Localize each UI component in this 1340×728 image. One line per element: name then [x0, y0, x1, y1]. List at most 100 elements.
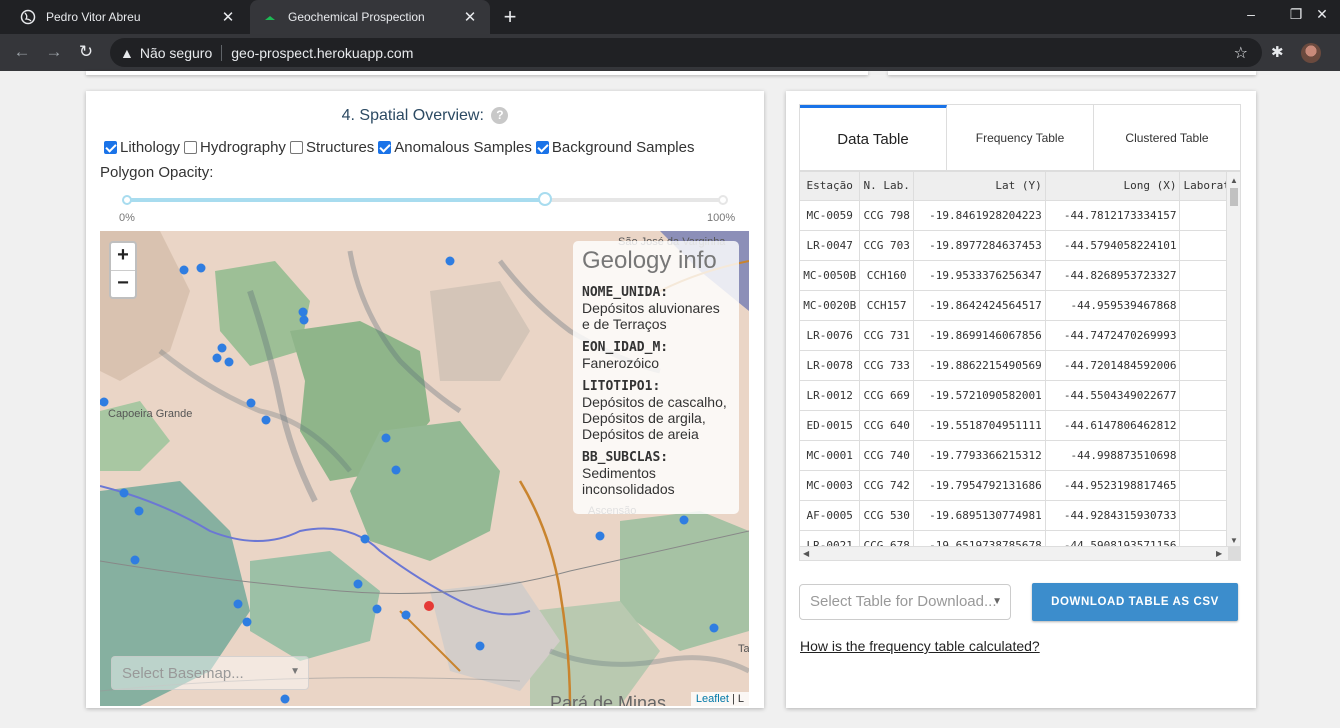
scroll-down-icon[interactable]: ▼ — [1230, 536, 1238, 545]
slider-min-label: 0% — [119, 212, 135, 224]
column-header[interactable]: Estação — [800, 172, 861, 201]
security-label: Não seguro — [139, 44, 213, 61]
table-cell: -44.7472470269993 — [1045, 320, 1181, 351]
table-cell: CCG 731 — [859, 320, 914, 351]
layer-hydrography[interactable]: Hydrography — [184, 139, 286, 156]
browser-tab-active[interactable]: Geochemical Prospection ✕ — [250, 0, 490, 34]
forward-icon[interactable]: → — [43, 42, 65, 62]
table-cell: AF-0005 — [800, 500, 861, 531]
table-row[interactable]: MC-0020B CCH157 -19.8642424564517 -44.95953… — [800, 290, 1240, 321]
geology-info-panel: Geology info NOME_UNIDA: Depósitos aluvi… — [573, 241, 739, 514]
zoom-out-button[interactable]: − — [111, 270, 135, 297]
table-cell: -19.8862215490569 — [913, 350, 1046, 381]
table-cell: CCG 530 — [859, 500, 914, 531]
table-row[interactable]: MC-0001 CCG 740 -19.7793366215312 -44.99887… — [800, 440, 1240, 471]
layer-structures[interactable]: Structures — [289, 139, 374, 156]
map[interactable]: São José da Varginha Capoeira Grande Asc… — [100, 231, 749, 706]
tab-title: Pedro Vitor Abreu — [46, 10, 141, 24]
opacity-slider[interactable] — [122, 192, 728, 206]
table-cell: -44.5504349022677 — [1045, 380, 1181, 411]
table-cell: -19.7954792131686 — [913, 470, 1046, 501]
table-cell: LR-0078 — [800, 350, 861, 381]
table-cell: -44.9284315930733 — [1045, 500, 1181, 531]
chevron-down-icon: ▼ — [290, 666, 300, 677]
table-row[interactable]: MC-0059 CCG 798 -19.8461928204223 -44.78121… — [800, 200, 1240, 231]
table-row[interactable]: MC-0003 CCG 742 -19.7954792131686 -44.95231… — [800, 470, 1240, 501]
close-tab-icon[interactable]: ✕ — [220, 8, 236, 26]
data-table[interactable]: Estação N. Lab. Lat (Y) Long (X) Laborat… — [799, 171, 1241, 561]
table-cell: CCG 640 — [859, 410, 914, 441]
layer-checkboxes: Lithology Hydrography Structures Anomalo… — [104, 139, 698, 156]
address-bar[interactable]: ▲ Não seguro geo-prospect.herokuapp.com … — [110, 38, 1262, 67]
download-csv-button[interactable]: DOWNLOAD TABLE AS CSV — [1032, 583, 1238, 621]
close-tab-icon[interactable]: ✕ — [462, 8, 478, 26]
reload-icon[interactable]: ↻ — [75, 42, 97, 62]
layer-anomalous-samples[interactable]: Anomalous Samples — [378, 139, 532, 156]
column-header[interactable]: Lat (Y) — [913, 172, 1046, 201]
checkbox-icon[interactable] — [378, 141, 392, 154]
warning-icon: ▲ — [120, 44, 134, 61]
horizontal-scrollbar[interactable]: ◀ ▶ — [800, 546, 1240, 560]
column-header[interactable]: Long (X) — [1045, 172, 1181, 201]
layer-lithology[interactable]: Lithology — [104, 139, 180, 156]
table-row[interactable]: LR-0076 CCG 731 -19.8699146067856 -44.74724… — [800, 320, 1240, 351]
checkbox-icon[interactable] — [184, 141, 198, 154]
back-icon[interactable]: ← — [11, 42, 33, 62]
zoom-in-button[interactable]: + — [111, 243, 135, 270]
table-cell: -44.5794058224101 — [1045, 230, 1181, 261]
browser-titlebar: Pedro Vitor Abreu ✕ Geochemical Prospect… — [0, 0, 1340, 34]
checkbox-icon[interactable] — [104, 141, 117, 154]
close-window-icon[interactable]: ✕ — [1312, 6, 1332, 23]
table-cell: LR-0076 — [800, 320, 861, 351]
slider-min-dot — [122, 195, 132, 205]
bookmark-star-icon[interactable]: ☆ — [1234, 43, 1248, 63]
browser-tab[interactable]: Pedro Vitor Abreu ✕ — [8, 0, 248, 34]
table-row[interactable]: LR-0047 CCG 703 -19.8977284637453 -44.57940… — [800, 230, 1240, 261]
checkbox-icon[interactable] — [289, 141, 303, 154]
table-cell: -44.9523198817465 — [1045, 470, 1181, 501]
info-value: Depósitos aluvionares e de Terraços — [582, 300, 720, 332]
extensions-icon[interactable]: ✱ — [1271, 43, 1284, 61]
tab-frequency-table[interactable]: Frequency Table — [947, 105, 1094, 170]
table-cell: -19.6895130774981 — [913, 500, 1046, 531]
slider-handle[interactable] — [537, 192, 552, 206]
place-label: Capoeira Grande — [108, 408, 193, 420]
scroll-up-icon[interactable]: ▲ — [1230, 176, 1238, 185]
leaflet-link[interactable]: Leaflet — [696, 693, 729, 705]
info-value: Fanerozóico — [582, 355, 660, 371]
table-row[interactable]: ED-0015 CCG 640 -19.5518704951111 -44.61478… — [800, 410, 1240, 441]
minimize-icon[interactable]: – — [1241, 6, 1261, 22]
table-cell: CCG 742 — [859, 470, 914, 501]
restore-icon[interactable]: ❐ — [1286, 6, 1306, 23]
table-cell: -19.9533376256347 — [913, 260, 1046, 291]
column-header[interactable]: N. Lab. — [859, 172, 914, 201]
tab-clustered-table[interactable]: Clustered Table — [1094, 105, 1240, 170]
help-icon[interactable]: ? — [491, 107, 509, 124]
info-value: Sedimentos inconsolidados — [582, 465, 675, 497]
new-tab-icon[interactable]: + — [498, 5, 522, 29]
scroll-left-icon[interactable]: ◀ — [803, 549, 809, 558]
url-text: geo-prospect.herokuapp.com — [231, 44, 414, 61]
tab-data-table[interactable]: Data Table — [800, 105, 947, 170]
table-cell: LR-0047 — [800, 230, 861, 261]
checkbox-icon[interactable] — [535, 141, 549, 154]
info-value: Depósitos de cascalho, Depósitos de argi… — [582, 394, 727, 442]
place-label: Ta — [738, 643, 749, 655]
browser-toolbar: ← → ↻ ▲ Não seguro geo-prospect.herokuap… — [0, 34, 1340, 71]
profile-avatar[interactable] — [1301, 43, 1321, 63]
basemap-select[interactable]: Select Basemap... ▼ — [111, 656, 309, 690]
table-row[interactable]: LR-0078 CCG 733 -19.8862215490569 -44.72014… — [800, 350, 1240, 381]
download-table-select[interactable]: Select Table for Download... ▼ — [799, 584, 1011, 620]
vertical-scrollbar[interactable]: ▲ ▼ — [1226, 172, 1240, 548]
layer-background-samples[interactable]: Background Samples — [535, 139, 694, 156]
table-row[interactable]: MC-0050B CCH160 -19.9533376256347 -44.82689… — [800, 260, 1240, 291]
table-row[interactable]: AF-0005 CCG 530 -19.6895130774981 -44.92843… — [800, 500, 1240, 531]
table-cell: -19.8699146067856 — [913, 320, 1046, 351]
frequency-help-link[interactable]: How is the frequency table calculated? — [800, 638, 1040, 654]
table-cell: LR-0012 — [800, 380, 861, 411]
scroll-right-icon[interactable]: ▶ — [1216, 549, 1222, 558]
table-row[interactable]: LR-0012 CCG 669 -19.5721090582001 -44.55043… — [800, 380, 1240, 411]
tables-card: Data Table Frequency Table Clustered Tab… — [786, 91, 1256, 708]
info-title: Geology info — [582, 247, 717, 274]
globe-icon — [20, 9, 36, 25]
